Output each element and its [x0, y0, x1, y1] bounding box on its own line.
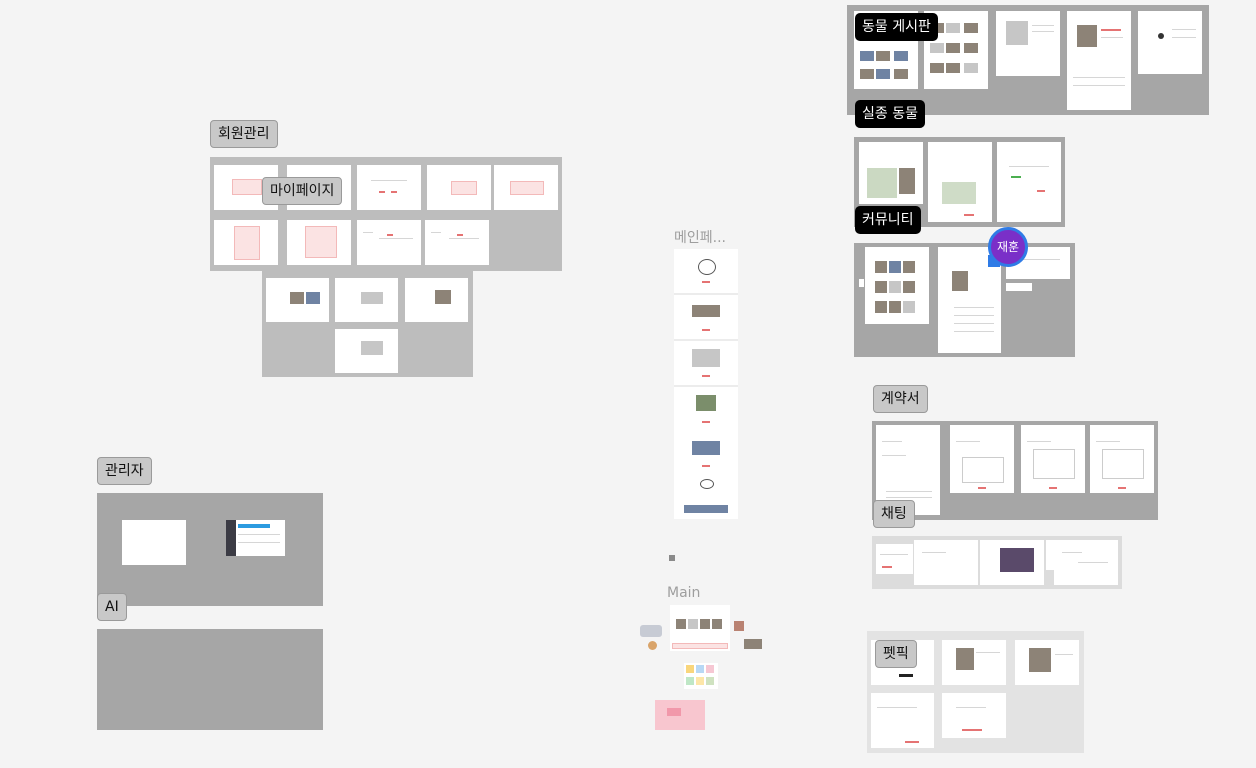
frame-main-colors[interactable]	[684, 663, 718, 689]
petpick-section-label[interactable]: 펫픽	[875, 640, 917, 668]
contract-section-label[interactable]: 계약서	[873, 385, 928, 413]
frame-petpick-2[interactable]	[942, 640, 1006, 685]
frame-main-2[interactable]	[674, 295, 738, 339]
main-side-thumb	[734, 621, 744, 631]
frame-community-side[interactable]	[859, 279, 864, 287]
community-section-label[interactable]: 커뮤니티	[855, 206, 921, 234]
frame-my-adopt[interactable]	[405, 278, 468, 322]
frame-admin-dashboard[interactable]	[226, 520, 285, 556]
frame-community-list[interactable]	[865, 247, 929, 324]
frame-chat-room-2[interactable]	[980, 540, 1044, 585]
missing-section-label[interactable]: 실종 동물	[855, 100, 925, 128]
frame-missing-detail[interactable]	[928, 142, 992, 222]
frame-my-posts[interactable]	[266, 278, 329, 322]
ai-section-label[interactable]: AI	[97, 593, 127, 621]
frame-petpick-5[interactable]	[942, 693, 1006, 738]
frame-petpick-3[interactable]	[1015, 640, 1079, 685]
frame-board-detail[interactable]	[996, 11, 1060, 76]
frame-missing-map[interactable]	[859, 142, 923, 204]
frame-board-write[interactable]	[1138, 11, 1202, 74]
frame-missing-report[interactable]	[997, 142, 1061, 222]
chat-section[interactable]	[872, 536, 1122, 589]
frame-chat-room-4[interactable]	[1054, 540, 1118, 585]
frame-petpick-4[interactable]	[871, 693, 934, 748]
frame-board-post[interactable]	[1067, 11, 1131, 110]
frame-main-5[interactable]	[674, 431, 738, 475]
frame-admin-blank[interactable]	[122, 520, 186, 565]
frame-chat-room-1[interactable]	[914, 540, 978, 585]
frame-chat-list[interactable]	[876, 544, 913, 574]
frame-main-6[interactable]	[674, 475, 738, 519]
frame-contract-3[interactable]	[1021, 425, 1085, 493]
mypage-section[interactable]	[262, 271, 473, 377]
main-people-icon	[640, 625, 662, 637]
contract-section[interactable]	[872, 421, 1158, 520]
ai-section[interactable]	[97, 629, 323, 730]
admin-section-label[interactable]: 관리자	[97, 457, 152, 485]
main-dog-icon	[648, 641, 657, 650]
frame-main-1[interactable]	[674, 249, 738, 293]
community-section[interactable]	[854, 243, 1075, 357]
frame-my-likes[interactable]	[335, 278, 398, 322]
member-section-label[interactable]: 회원관리	[210, 120, 278, 148]
member-section[interactable]	[210, 157, 562, 271]
frame-profile-edit[interactable]	[287, 220, 351, 265]
main-section-label[interactable]: Main	[667, 585, 700, 601]
frame-main-4[interactable]	[674, 387, 738, 431]
collaborator-avatar[interactable]: 재훈	[988, 227, 1028, 267]
frame-my-info[interactable]	[357, 220, 421, 265]
chat-section-label[interactable]: 채팅	[873, 500, 915, 528]
frame-reset-pw[interactable]	[494, 165, 558, 210]
main-page-column[interactable]	[674, 249, 738, 519]
main-side-thumb-2	[744, 639, 762, 649]
frame-find-id[interactable]	[357, 165, 421, 210]
animal-board-section-label[interactable]: 동물 게시판	[855, 13, 938, 41]
frame-my-settings[interactable]	[425, 220, 489, 265]
frame-main-home[interactable]	[670, 605, 730, 651]
frame-chat-room-3[interactable]	[1046, 540, 1054, 570]
main-pink-block[interactable]	[655, 700, 705, 730]
frame-contract-2[interactable]	[950, 425, 1014, 493]
main-section[interactable]	[640, 605, 766, 730]
main-page-section-label[interactable]: 메인페...	[674, 227, 726, 247]
frame-main-3[interactable]	[674, 341, 738, 385]
admin-section[interactable]	[97, 493, 323, 606]
frame-my-history[interactable]	[335, 329, 398, 373]
frame-profile[interactable]	[214, 220, 278, 265]
mypage-section-label[interactable]: 마이페이지	[262, 177, 343, 205]
frame-contract-4[interactable]	[1090, 425, 1154, 493]
frame-find-pw[interactable]	[427, 165, 491, 210]
frame-community-mini[interactable]	[1006, 283, 1032, 291]
tiny-square[interactable]	[669, 555, 675, 561]
